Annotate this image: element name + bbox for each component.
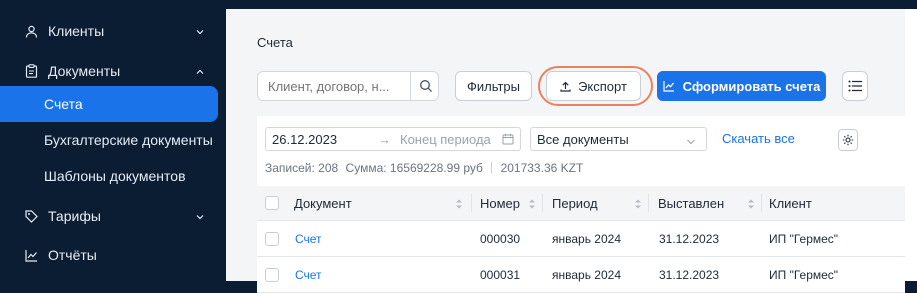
table-row[interactable]: Счет 000031 январь 2024 31.12.2023 ИП "Г… xyxy=(257,257,905,293)
date-to-placeholder: Конец периода xyxy=(400,132,491,147)
calendar-icon xyxy=(502,133,514,145)
download-all-link[interactable]: Скачать все xyxy=(722,131,795,146)
row-checkbox[interactable] xyxy=(265,232,279,246)
search-input[interactable] xyxy=(258,72,410,100)
sidebar-item-reports[interactable]: Отчёты xyxy=(0,237,226,273)
upload-icon xyxy=(560,81,571,92)
generate-invoices-button[interactable]: Сформировать счета xyxy=(657,71,826,101)
search-box xyxy=(257,71,439,101)
sidebar-subitem-label: Шаблоны документов xyxy=(44,168,186,184)
column-header-issued[interactable]: Выставлен xyxy=(658,186,724,220)
column-list-button[interactable] xyxy=(842,71,868,101)
right-strip xyxy=(905,9,917,281)
filters-button-label: Фильтры xyxy=(466,78,520,94)
document-link[interactable]: Счет xyxy=(295,232,322,246)
sort-icon[interactable] xyxy=(455,197,463,209)
date-from-value: 26.12.2023 xyxy=(272,132,338,147)
cell-number: 000031 xyxy=(480,268,521,282)
main-content: Счета Фильтры Экспорт Сформировать счета… xyxy=(226,9,905,293)
row-checkbox[interactable] xyxy=(265,268,279,282)
sidebar-subitem-invoices[interactable]: Счета xyxy=(0,86,218,122)
document-link[interactable]: Счет xyxy=(295,268,322,282)
date-range-picker[interactable]: 26.12.2023 → Конец периода xyxy=(265,127,521,151)
total-kzt: 201733.36 KZT xyxy=(500,161,584,175)
column-divider xyxy=(471,194,472,212)
top-bar xyxy=(226,0,917,9)
column-header-client[interactable]: Клиент xyxy=(769,186,812,220)
sort-icon[interactable] xyxy=(634,197,642,209)
table-header: Документ Номер Период Выставлен Клиент xyxy=(257,186,905,221)
user-icon xyxy=(24,24,38,38)
summary-divider xyxy=(491,162,493,173)
chevron-down-icon xyxy=(686,135,696,145)
sort-icon[interactable] xyxy=(747,197,755,209)
sidebar-item-tariffs[interactable]: Тарифы xyxy=(0,198,226,234)
gear-icon xyxy=(842,134,854,146)
clipboard-icon xyxy=(24,64,38,78)
export-button-label: Экспорт xyxy=(578,78,627,94)
sidebar-item-label: Клиенты xyxy=(48,23,105,39)
generate-invoices-label: Сформировать счета xyxy=(682,78,821,94)
page-title: Счета xyxy=(257,35,293,50)
sort-icon[interactable] xyxy=(528,197,536,209)
document-type-value: Все документы xyxy=(537,132,629,147)
cell-period: январь 2024 xyxy=(552,268,621,282)
cell-issued: 31.12.2023 xyxy=(659,268,720,282)
chevron-up-icon xyxy=(194,65,206,77)
chart-line-icon xyxy=(663,80,675,92)
select-all-checkbox[interactable] xyxy=(265,196,279,210)
column-header-document[interactable]: Документ xyxy=(294,186,352,220)
cell-issued: 31.12.2023 xyxy=(659,232,720,246)
summary-line: Записей: 208 Сумма: 16569228.99 руб 2017… xyxy=(265,161,583,175)
table-row[interactable]: Счет 000030 январь 2024 31.12.2023 ИП "Г… xyxy=(257,221,905,257)
invoices-panel: 26.12.2023 → Конец периода Все документы… xyxy=(257,116,905,293)
search-icon[interactable] xyxy=(419,79,433,93)
sidebar-subitem-label: Счета xyxy=(44,96,83,112)
sidebar-item-label: Документы xyxy=(48,63,121,79)
list-icon xyxy=(848,80,862,92)
cell-client: ИП "Гермес" xyxy=(769,232,839,246)
records-count: Записей: 208 xyxy=(265,161,339,175)
sidebar-subitem-label: Бухгалтерские документы xyxy=(44,132,213,148)
sidebar-subitem-doc-templates[interactable]: Шаблоны документов xyxy=(0,158,218,194)
tag-icon xyxy=(24,209,38,223)
column-divider xyxy=(542,194,543,212)
chart-line-icon xyxy=(24,248,38,262)
column-divider xyxy=(648,194,649,212)
sidebar: Клиенты Документы Счета Бухгалтерские до… xyxy=(0,0,226,281)
chevron-down-icon xyxy=(194,210,206,222)
sidebar-item-clients[interactable]: Клиенты xyxy=(0,13,226,49)
cell-client: ИП "Гермес" xyxy=(769,268,839,282)
sidebar-item-label: Тарифы xyxy=(48,208,101,224)
arrow-right-icon: → xyxy=(378,132,391,147)
chevron-down-icon xyxy=(194,25,206,37)
sidebar-item-documents[interactable]: Документы xyxy=(0,53,226,89)
column-divider xyxy=(761,194,762,212)
filters-button[interactable]: Фильтры xyxy=(455,71,532,101)
export-button[interactable]: Экспорт xyxy=(546,71,641,101)
total-sum: Сумма: 16569228.99 руб xyxy=(345,161,483,175)
document-type-select[interactable]: Все документы xyxy=(530,127,707,151)
column-header-number[interactable]: Номер xyxy=(480,186,520,220)
sidebar-item-label: Отчёты xyxy=(48,247,97,263)
column-header-period[interactable]: Период xyxy=(552,186,598,220)
cell-number: 000030 xyxy=(480,232,521,246)
settings-button[interactable] xyxy=(838,129,858,151)
search-divider xyxy=(410,72,411,100)
sidebar-subitem-accounting-docs[interactable]: Бухгалтерские документы xyxy=(0,122,218,158)
cell-period: январь 2024 xyxy=(552,232,621,246)
